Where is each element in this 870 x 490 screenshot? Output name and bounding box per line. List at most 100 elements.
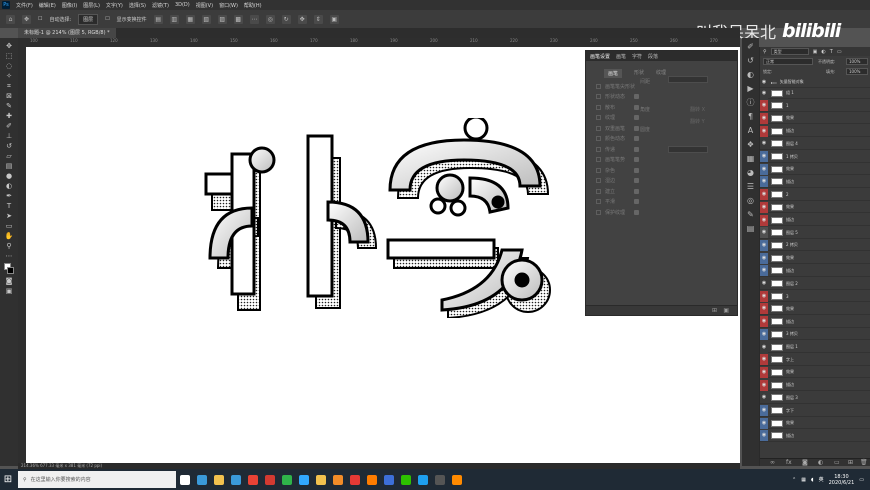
menu-help[interactable]: 帮助(H)	[244, 2, 262, 9]
zoom-icon[interactable]: ⚲	[3, 242, 15, 251]
taskbar-app-media[interactable]	[329, 469, 346, 490]
align-center-icon[interactable]: ▥	[169, 14, 179, 24]
layer-row[interactable]: ◉ 图层 1	[760, 341, 870, 353]
lock-icon[interactable]	[634, 188, 639, 194]
visibility-eye-icon[interactable]: ◉	[760, 239, 768, 251]
lock-icon[interactable]	[634, 157, 639, 163]
fill-field[interactable]: 100%	[846, 68, 868, 75]
layer-row[interactable]: ◉ 效果	[760, 366, 870, 379]
filter-pixel-icon[interactable]: ▣	[813, 49, 818, 55]
lock-icon[interactable]	[634, 146, 639, 152]
layer-row[interactable]: ◉ 描边	[760, 176, 870, 188]
layer-row[interactable]: ◉ 图层 2	[760, 278, 870, 290]
brush-icon[interactable]: ✐	[3, 122, 15, 131]
3d-mode-icon[interactable]: ◎	[265, 14, 275, 24]
taskbar-app-app-dark[interactable]	[431, 469, 448, 490]
option-checkbox[interactable]	[596, 115, 601, 121]
3d-pan-icon[interactable]: ✥	[297, 14, 307, 24]
visibility-eye-icon[interactable]: ◉	[760, 303, 768, 315]
menu-filter[interactable]: 滤镜(T)	[152, 2, 169, 9]
taskbar-app-app-orange[interactable]	[448, 469, 465, 490]
tray-chevron-icon[interactable]: ⌃	[792, 477, 796, 483]
taskbar-app-chrome[interactable]	[244, 469, 261, 490]
brush-option-row[interactable]: 保护纹理	[586, 207, 737, 218]
new-preset-icon[interactable]: ⊞	[712, 307, 717, 314]
lock-icon[interactable]	[634, 136, 639, 142]
lock-icon[interactable]	[634, 199, 639, 205]
lock-icon[interactable]	[634, 125, 639, 131]
taskbar-app-folder[interactable]	[312, 469, 329, 490]
visibility-eye-icon[interactable]: ◉	[760, 125, 768, 137]
character-icon[interactable]: A	[746, 126, 756, 136]
quick-mask-icon[interactable]: ◙	[3, 277, 15, 286]
3d-rotate-icon[interactable]: ↻	[281, 14, 291, 24]
tab-brush-settings[interactable]: 画笔设置	[590, 53, 610, 60]
align-right-icon[interactable]: ▦	[185, 14, 195, 24]
taskbar-app-wechat[interactable]	[397, 469, 414, 490]
taskbar-app-qq[interactable]	[414, 469, 431, 490]
adjustments-icon[interactable]: ◐	[746, 70, 756, 80]
paragraph-icon[interactable]: ¶	[746, 112, 756, 122]
layer-row[interactable]: ◉ 图层 5	[760, 227, 870, 239]
opacity-field[interactable]: 100%	[846, 58, 868, 65]
taskbar-app-netease-music[interactable]	[261, 469, 278, 490]
visibility-eye-icon[interactable]: ◉	[760, 405, 768, 416]
option-checkbox[interactable]	[596, 157, 601, 163]
lock-icon[interactable]	[634, 209, 639, 215]
align-left-icon[interactable]: ▤	[153, 14, 163, 24]
layer-row[interactable]: ◉ 描边	[760, 430, 870, 442]
channels-icon[interactable]: ◎	[746, 196, 756, 206]
taskbar-app-photoshop[interactable]	[295, 469, 312, 490]
visibility-eye-icon[interactable]: ◉	[760, 100, 768, 112]
filter-shape-icon[interactable]: ▭	[837, 49, 842, 55]
crop-icon[interactable]: ⌗	[3, 82, 15, 91]
layer-row[interactable]: ◉ 描边	[760, 125, 870, 138]
ime-indicator[interactable]: 英	[819, 476, 824, 483]
layer-target-select[interactable]: 图层	[78, 13, 99, 25]
marquee-icon[interactable]: ⬚	[3, 52, 15, 61]
lock-icon[interactable]	[634, 104, 639, 110]
dodge-icon[interactable]: ◐	[3, 182, 15, 191]
visibility-eye-icon[interactable]: ◉	[760, 252, 768, 264]
layer-row[interactable]: ◉ 效果	[760, 163, 870, 176]
option-checkbox[interactable]	[596, 125, 601, 131]
trash-icon[interactable]: 🗑	[860, 459, 868, 466]
auto-select-checkbox[interactable]: ☐	[38, 16, 42, 22]
properties-icon[interactable]: ▤	[746, 224, 756, 234]
frame-icon[interactable]: ⊠	[3, 92, 15, 101]
visibility-eye-icon[interactable]: ◉	[760, 189, 768, 201]
visibility-eye-icon[interactable]: ◉	[760, 201, 768, 213]
path-select-icon[interactable]: ➤	[3, 212, 15, 221]
distribute-icon[interactable]: ⋯	[249, 14, 259, 24]
rectangle-icon[interactable]: ▭	[3, 222, 15, 231]
visibility-eye-icon[interactable]: ◉	[760, 354, 768, 366]
taskbar-app-store[interactable]	[227, 469, 244, 490]
layer-row[interactable]: ◉ 描边	[760, 214, 870, 226]
gradient-icon[interactable]: ▤	[3, 162, 15, 171]
taskbar-app-illustrator[interactable]	[363, 469, 380, 490]
menu-window[interactable]: 窗口(W)	[219, 2, 238, 9]
clock[interactable]: 18:30 2020/6/21	[829, 474, 855, 486]
taskbar-app-app-blue[interactable]	[380, 469, 397, 490]
windows-start-icon[interactable]: ⊞	[0, 469, 16, 490]
visibility-eye-icon[interactable]: ◉	[760, 214, 768, 226]
menu-image[interactable]: 图像(I)	[62, 2, 77, 9]
screen-mode-icon[interactable]: ▣	[3, 287, 15, 296]
option-checkbox[interactable]	[596, 146, 601, 152]
healing-icon[interactable]: ✚	[3, 112, 15, 121]
brush-option-row[interactable]: 湿边	[586, 176, 737, 187]
lock-icon[interactable]	[634, 115, 639, 121]
brushes-button[interactable]: 画笔	[604, 69, 623, 78]
option-checkbox[interactable]	[596, 94, 601, 100]
document-tab[interactable]: 未标题-1 @ 214% (图层 5, RGB/8) *	[18, 28, 116, 38]
eyedropper-icon[interactable]: ✎	[3, 102, 15, 111]
visibility-eye-icon[interactable]: ◉	[760, 265, 768, 277]
visibility-eye-icon[interactable]: ◉	[760, 430, 768, 442]
layer-row[interactable]: ◉ 描边	[760, 379, 870, 392]
blend-mode-select[interactable]: 正常	[763, 58, 813, 65]
kind-filter-select[interactable]: 类型	[770, 48, 809, 55]
3d-slide-icon[interactable]: ⇕	[313, 14, 323, 24]
search-icon[interactable]: ⚲	[763, 49, 767, 55]
actions-icon[interactable]: ▶	[746, 84, 756, 94]
align-middle-icon[interactable]: ▨	[217, 14, 227, 24]
